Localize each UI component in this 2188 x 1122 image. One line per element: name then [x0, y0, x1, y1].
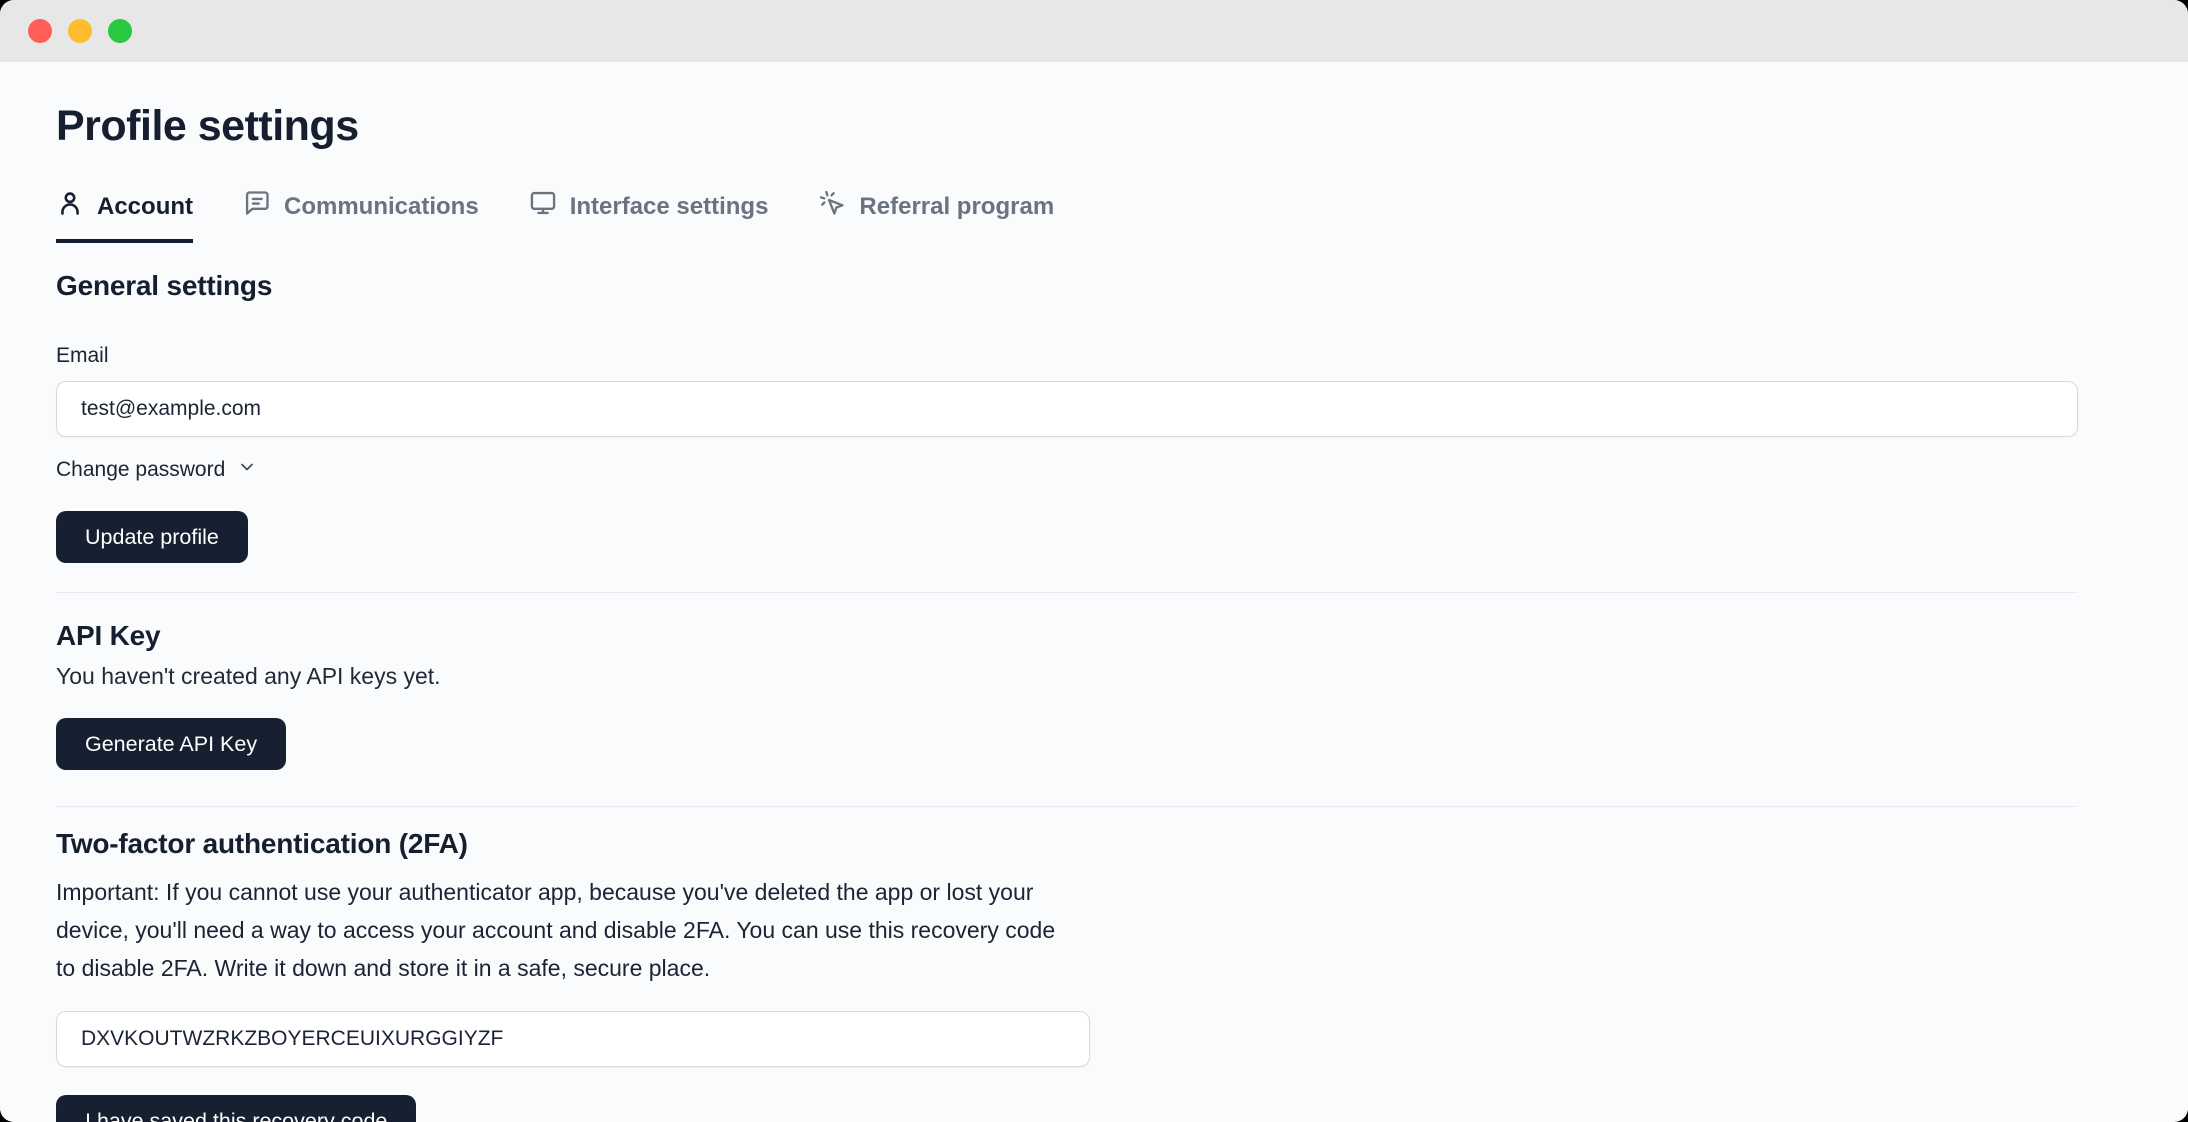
generate-api-key-button[interactable]: Generate API Key: [56, 718, 286, 770]
zoom-button[interactable]: [108, 19, 132, 43]
api-key-empty-text: You haven't created any API keys yet.: [56, 663, 2078, 690]
window-titlebar: [0, 0, 2188, 62]
email-input[interactable]: [56, 381, 2078, 437]
page-title: Profile settings: [56, 102, 2078, 151]
tab-interface-settings[interactable]: Interface settings: [529, 189, 769, 243]
change-password-label: Change password: [56, 458, 225, 482]
api-key-section: API Key You haven't created any API keys…: [56, 620, 2078, 770]
email-label: Email: [56, 344, 2078, 368]
minimize-button[interactable]: [68, 19, 92, 43]
two-factor-section: Two-factor authentication (2FA) Importan…: [56, 828, 2078, 1122]
recovery-code-saved-button[interactable]: I have saved this recovery code: [56, 1095, 416, 1122]
update-profile-button[interactable]: Update profile: [56, 511, 248, 563]
chat-bubble-icon: [243, 189, 271, 224]
user-icon: [56, 189, 84, 224]
section-divider: [56, 592, 2078, 593]
general-settings-section: General settings Email Change password U…: [56, 270, 2078, 563]
tab-label: Referral program: [859, 193, 1054, 221]
tab-label: Account: [97, 193, 193, 221]
api-key-heading: API Key: [56, 620, 2078, 652]
close-button[interactable]: [28, 19, 52, 43]
chevron-down-icon: [237, 457, 257, 483]
tab-account[interactable]: Account: [56, 189, 193, 243]
app-window: Profile settings Account Communications …: [0, 0, 2188, 1122]
pointer-click-icon: [818, 189, 846, 224]
page-content: Profile settings Account Communications …: [0, 62, 2188, 1122]
tab-label: Communications: [284, 193, 479, 221]
change-password-toggle[interactable]: Change password: [56, 457, 257, 483]
general-settings-heading: General settings: [56, 270, 2078, 302]
traffic-lights: [28, 19, 132, 43]
two-factor-heading: Two-factor authentication (2FA): [56, 828, 2078, 860]
monitor-icon: [529, 189, 557, 224]
tab-bar: Account Communications Interface setting…: [56, 189, 2078, 243]
two-factor-description: Important: If you cannot use your authen…: [56, 873, 1071, 987]
tab-referral-program[interactable]: Referral program: [818, 189, 1054, 243]
section-divider: [56, 806, 2078, 807]
tab-communications[interactable]: Communications: [243, 189, 479, 243]
recovery-code-input[interactable]: [56, 1011, 1090, 1067]
tab-label: Interface settings: [570, 193, 769, 221]
